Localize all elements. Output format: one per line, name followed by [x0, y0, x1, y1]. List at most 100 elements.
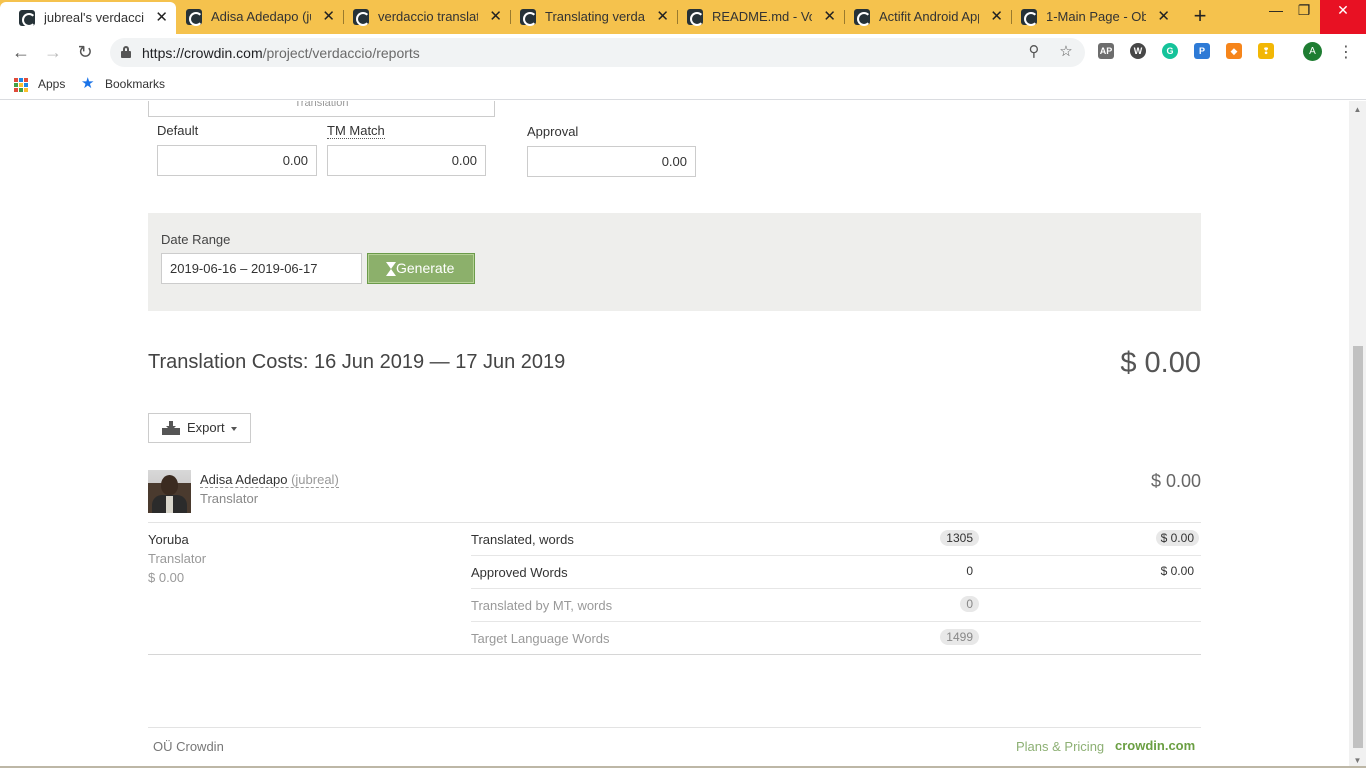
date-range-panel: Date Range 2019-06-16 – 2019-06-17 Gener…: [148, 213, 1201, 311]
divider: [148, 654, 1201, 655]
bookmark-star-icon[interactable]: ☆: [1057, 43, 1075, 61]
language-cost: $ 0.00: [148, 570, 185, 585]
default-rate-input[interactable]: 0.00: [157, 145, 317, 176]
crowdin-favicon-icon: [520, 9, 537, 26]
report-page: Translation Default 0.00 TM Match 0.00 A…: [0, 101, 1366, 768]
stat-label: Translated by MT, words: [471, 598, 613, 613]
extension-label: AP: [1099, 46, 1113, 56]
stat-count: 0: [966, 564, 973, 578]
url-text[interactable]: https://crowdin.com/project/verdaccio/re…: [142, 45, 420, 61]
approval-rate-input[interactable]: 0.00: [527, 146, 696, 177]
user-cost: $ 0.00: [1150, 471, 1201, 491]
extension-label: ◆: [1230, 46, 1238, 56]
ear-extension-icon[interactable]: ❢: [1258, 43, 1274, 59]
crowdin-favicon-icon: [353, 9, 370, 26]
grammarly-icon[interactable]: G: [1162, 43, 1178, 59]
stat-label: Translated, words: [471, 532, 574, 547]
crowdin-favicon-icon: [186, 9, 203, 26]
plans-pricing-link[interactable]: Plans & Pricing: [1016, 739, 1104, 754]
costs-total: $ 0.00: [1120, 347, 1201, 379]
tab-title: Actifit Android App: [879, 9, 979, 24]
menu-kebab-icon[interactable]: ⋮: [1338, 42, 1354, 62]
user-avatar: [148, 470, 191, 513]
bookmarks-star-icon: ★: [81, 75, 95, 92]
tab-title: jubreal's verdaccio: [44, 10, 144, 25]
tab-title: README.md - Vole: [712, 9, 812, 24]
restore-button[interactable]: ❐: [1284, 0, 1324, 34]
metamask-icon[interactable]: ◆: [1226, 43, 1242, 59]
browser-tab[interactable]: Adisa Adedapo (jub ✕: [167, 0, 343, 34]
translation-tab-label: Translation: [294, 101, 349, 109]
translation-tab-partial[interactable]: Translation: [148, 101, 495, 117]
user-link[interactable]: Adisa Adedapo (jubreal): [200, 472, 339, 488]
date-range-label: Date Range: [161, 232, 231, 247]
tm-match-rate-label: TM Match: [327, 123, 385, 139]
user-username: (jubreal): [291, 472, 339, 487]
date-range-input[interactable]: 2019-06-16 – 2019-06-17: [161, 253, 362, 284]
scroll-down-icon[interactable]: ▼: [1353, 756, 1362, 765]
default-rate-label: Default: [157, 123, 199, 138]
generate-button[interactable]: Generate: [367, 253, 475, 284]
browser-tab[interactable]: jubreal's verdaccio ✕: [0, 2, 176, 34]
export-label: Export: [187, 420, 225, 435]
browser-tab[interactable]: README.md - Vole ✕: [668, 0, 844, 34]
stat-label: Approved Words: [471, 565, 568, 580]
extension-label: P: [1198, 46, 1205, 56]
stat-money: $ 0.00: [1155, 530, 1199, 546]
bookmarks-bar: Apps ★ Bookmarks: [0, 70, 1366, 100]
tm-match-rate-input[interactable]: 0.00: [327, 145, 486, 176]
crowdin-favicon-icon: [1021, 9, 1038, 26]
tab-title: Translating verdacc: [545, 9, 645, 24]
browser-tab[interactable]: Translating verdacc ✕: [501, 0, 677, 34]
stat-count: 1499: [940, 629, 979, 645]
crowdin-favicon-icon: [19, 10, 36, 27]
tab-strip: jubreal's verdaccio ✕ Adisa Adedapo (jub…: [0, 0, 1366, 34]
reload-icon[interactable]: ↻: [73, 40, 97, 64]
browser-tab[interactable]: Actifit Android App ✕: [835, 0, 1011, 34]
user-full-name: Adisa Adedapo: [200, 472, 288, 487]
user-role: Translator: [200, 491, 259, 506]
p-extension-icon[interactable]: P: [1194, 43, 1210, 59]
footer-company: OÜ Crowdin: [153, 739, 224, 754]
lock-icon: [121, 46, 131, 58]
scroll-thumb[interactable]: [1353, 346, 1363, 748]
footer-divider: [148, 727, 1201, 728]
back-arrow-icon[interactable]: ←: [9, 40, 33, 64]
bookmarks-folder[interactable]: Bookmarks: [105, 77, 165, 91]
w-extension-icon[interactable]: W: [1130, 43, 1146, 59]
extension-label: W: [1133, 46, 1143, 56]
stat-money: $ 0.00: [1160, 564, 1194, 578]
browser-tab[interactable]: 1-Main Page - Oby ✕: [1002, 0, 1178, 34]
generate-label: Generate: [396, 260, 455, 276]
forward-arrow-icon[interactable]: →: [41, 40, 65, 64]
caret-down-icon: [231, 427, 237, 431]
stat-count: 1305: [940, 530, 979, 546]
zoom-icon[interactable]: ⚲: [1025, 43, 1043, 61]
stat-label: Target Language Words: [471, 631, 610, 646]
crowdin-favicon-icon: [687, 9, 704, 26]
new-tab-button[interactable]: +: [1188, 5, 1212, 29]
browser-tab[interactable]: verdaccio translatio ✕: [334, 0, 510, 34]
apps-link[interactable]: Apps: [38, 77, 65, 91]
download-icon: [162, 421, 180, 435]
page-scrollbar[interactable]: ▲ ▼: [1349, 101, 1366, 768]
apps-grid-icon[interactable]: [14, 78, 28, 92]
stat-row: Approved Words 0 $ 0.00: [471, 556, 1201, 589]
close-tab-icon[interactable]: ✕: [1157, 0, 1170, 34]
ap-extension-icon[interactable]: AP: [1098, 43, 1114, 59]
crowdin-favicon-icon: [854, 9, 871, 26]
address-bar[interactable]: https://crowdin.com/project/verdaccio/re…: [110, 38, 1085, 67]
stat-row: Target Language Words 1499: [471, 622, 1201, 655]
stat-count: 0: [960, 596, 979, 612]
tab-title: 1-Main Page - Oby: [1046, 9, 1146, 24]
tab-title: verdaccio translatio: [378, 9, 478, 24]
language-role: Translator: [148, 551, 207, 566]
extension-label: G: [1166, 46, 1174, 56]
close-window-button[interactable]: ✕: [1320, 0, 1366, 34]
export-button[interactable]: Export: [148, 413, 251, 443]
stat-row: Translated, words 1305 $ 0.00: [471, 523, 1201, 556]
url-host: https://crowdin.com: [142, 45, 263, 61]
profile-avatar[interactable]: A: [1303, 42, 1322, 61]
scroll-up-icon[interactable]: ▲: [1353, 105, 1362, 114]
crowdin-home-link[interactable]: crowdin.com: [1115, 738, 1195, 753]
